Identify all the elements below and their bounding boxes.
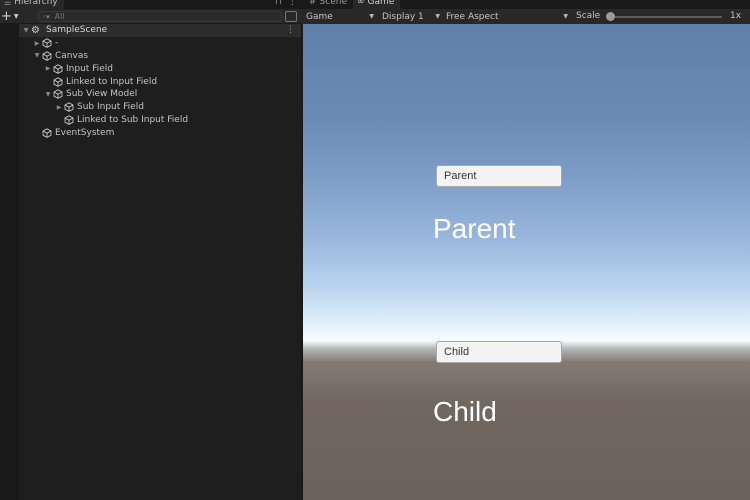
aspect-value: Free Aspect xyxy=(446,11,499,22)
mode-dropdown[interactable]: Game ▼ xyxy=(306,9,374,24)
hierarchy-item[interactable]: ▼ Canvas xyxy=(19,50,301,63)
tab-scene-label: Scene xyxy=(319,0,347,7)
gameobject-cube-icon xyxy=(53,64,63,74)
child-input-text: Child xyxy=(444,346,470,358)
hierarchy-item-label: Sub Input Field xyxy=(77,102,144,113)
hierarchy-item[interactable]: ▶ - xyxy=(19,37,301,50)
game-toolbar: Game ▼ Display 1 ▼ Free Aspect ▼ Scale 1… xyxy=(301,9,750,24)
hierarchy-search[interactable]: ◦▾ xyxy=(38,11,282,22)
gameobject-cube-icon xyxy=(42,128,52,138)
gameobject-cube-icon xyxy=(53,76,63,87)
tab-game-label: Game xyxy=(367,0,395,7)
aspect-dropdown[interactable]: Free Aspect ▼ xyxy=(446,9,568,24)
scale-value: 1x xyxy=(730,11,742,21)
hierarchy-item-label: Linked to Input Field xyxy=(66,76,158,87)
gameobject-cube-icon xyxy=(64,115,74,125)
list-icon: ☰ xyxy=(4,0,12,7)
hierarchy-tabbar: ☰ Hierarchy ⊓ ⋮ xyxy=(0,0,301,9)
hierarchy-item[interactable]: ▼ Sub View Model xyxy=(19,88,301,101)
game-viewport[interactable]: Parent Parent Child Child xyxy=(303,24,750,500)
dropdown-arrow-icon: ▼ xyxy=(435,13,440,20)
hierarchy-item-label: EventSystem xyxy=(55,127,115,138)
hierarchy-panel: ☰ Hierarchy ⊓ ⋮ +▼ ◦▾ ▼ ⚙ SampleScene ⋮ … xyxy=(0,0,301,500)
hierarchy-item[interactable]: ▶ Input Field xyxy=(19,62,301,75)
lock-icon[interactable]: ⊓ xyxy=(275,0,282,9)
create-button[interactable]: + ▼ xyxy=(1,10,21,23)
parent-label: Parent xyxy=(433,213,516,244)
gameobject-cube-icon xyxy=(42,51,52,61)
parent-input-text: Parent xyxy=(444,170,477,182)
game-tabbar: # Scene ∞ Game xyxy=(301,0,750,9)
hierarchy-item-label: - xyxy=(55,38,59,49)
parent-input-field[interactable]: Parent xyxy=(436,165,562,187)
hierarchy-item[interactable]: EventSystem xyxy=(19,126,301,139)
gameobject-cube-icon xyxy=(53,89,63,100)
scale-slider-track[interactable] xyxy=(610,16,722,18)
tab-scene[interactable]: # Scene xyxy=(305,0,353,9)
fold-collapsed-icon[interactable]: ▶ xyxy=(32,40,42,47)
tab-hierarchy-label: Hierarchy xyxy=(14,0,58,7)
scene-row[interactable]: ▼ ⚙ SampleScene ⋮ xyxy=(19,24,301,37)
search-input[interactable] xyxy=(54,11,275,22)
hierarchy-item[interactable]: ▶ Sub Input Field xyxy=(19,101,301,114)
hierarchy-item-label: Input Field xyxy=(66,63,113,74)
scene-name: SampleScene xyxy=(46,25,108,36)
fold-expanded-icon[interactable]: ▼ xyxy=(43,91,53,98)
display-dropdown[interactable]: Display 1 ▼ xyxy=(382,9,440,24)
scale-slider-thumb[interactable] xyxy=(606,12,615,21)
gamepad-icon: ∞ xyxy=(357,0,365,7)
hierarchy-tab-controls: ⊓ ⋮ xyxy=(275,0,297,9)
unity-scene-icon: ⚙ xyxy=(31,24,40,36)
fold-expanded-icon[interactable]: ▼ xyxy=(32,52,42,59)
mode-value: Game xyxy=(306,11,333,22)
tab-hierarchy[interactable]: ☰ Hierarchy xyxy=(0,0,64,9)
scene-more-icon[interactable]: ⋮ xyxy=(286,25,295,35)
fold-expanded-icon[interactable]: ▼ xyxy=(21,27,31,34)
tab-game[interactable]: ∞ Game xyxy=(353,0,401,9)
fold-collapsed-icon[interactable]: ▶ xyxy=(54,104,64,111)
hierarchy-item-label: Canvas xyxy=(55,50,89,61)
scene-visibility-icon[interactable] xyxy=(285,11,297,22)
game-panel: # Scene ∞ Game Game ▼ Display 1 ▼ Free A… xyxy=(301,0,750,500)
display-value: Display 1 xyxy=(382,11,424,22)
search-icon: ◦▾ xyxy=(42,12,50,21)
gameobject-cube-icon xyxy=(42,38,52,49)
plus-icon: + xyxy=(1,8,12,24)
hierarchy-tree: ▼ ⚙ SampleScene ⋮ ▶ - ▼ Canvas ▶ Input Field L… xyxy=(19,24,301,139)
scale-label: Scale xyxy=(576,11,601,21)
hierarchy-item[interactable]: Linked to Sub Input Field xyxy=(19,114,301,127)
hash-icon: # xyxy=(309,0,317,7)
gameobject-cube-icon xyxy=(64,102,74,113)
child-label: Child xyxy=(433,396,497,427)
hierarchy-item-label: Sub View Model xyxy=(66,89,138,100)
hierarchy-toolbar: + ▼ ◦▾ xyxy=(0,9,301,24)
fold-collapsed-icon[interactable]: ▶ xyxy=(43,65,53,72)
caret-down-icon: ▼ xyxy=(13,12,19,20)
dropdown-arrow-icon: ▼ xyxy=(563,13,568,20)
more-menu-icon[interactable]: ⋮ xyxy=(288,0,297,9)
hierarchy-item[interactable]: Linked to Input Field xyxy=(19,75,301,88)
hierarchy-item-label: Linked to Sub Input Field xyxy=(77,114,189,125)
child-input-field[interactable]: Child xyxy=(436,341,562,363)
dropdown-arrow-icon: ▼ xyxy=(369,13,374,20)
hierarchy-gutter xyxy=(0,24,19,500)
